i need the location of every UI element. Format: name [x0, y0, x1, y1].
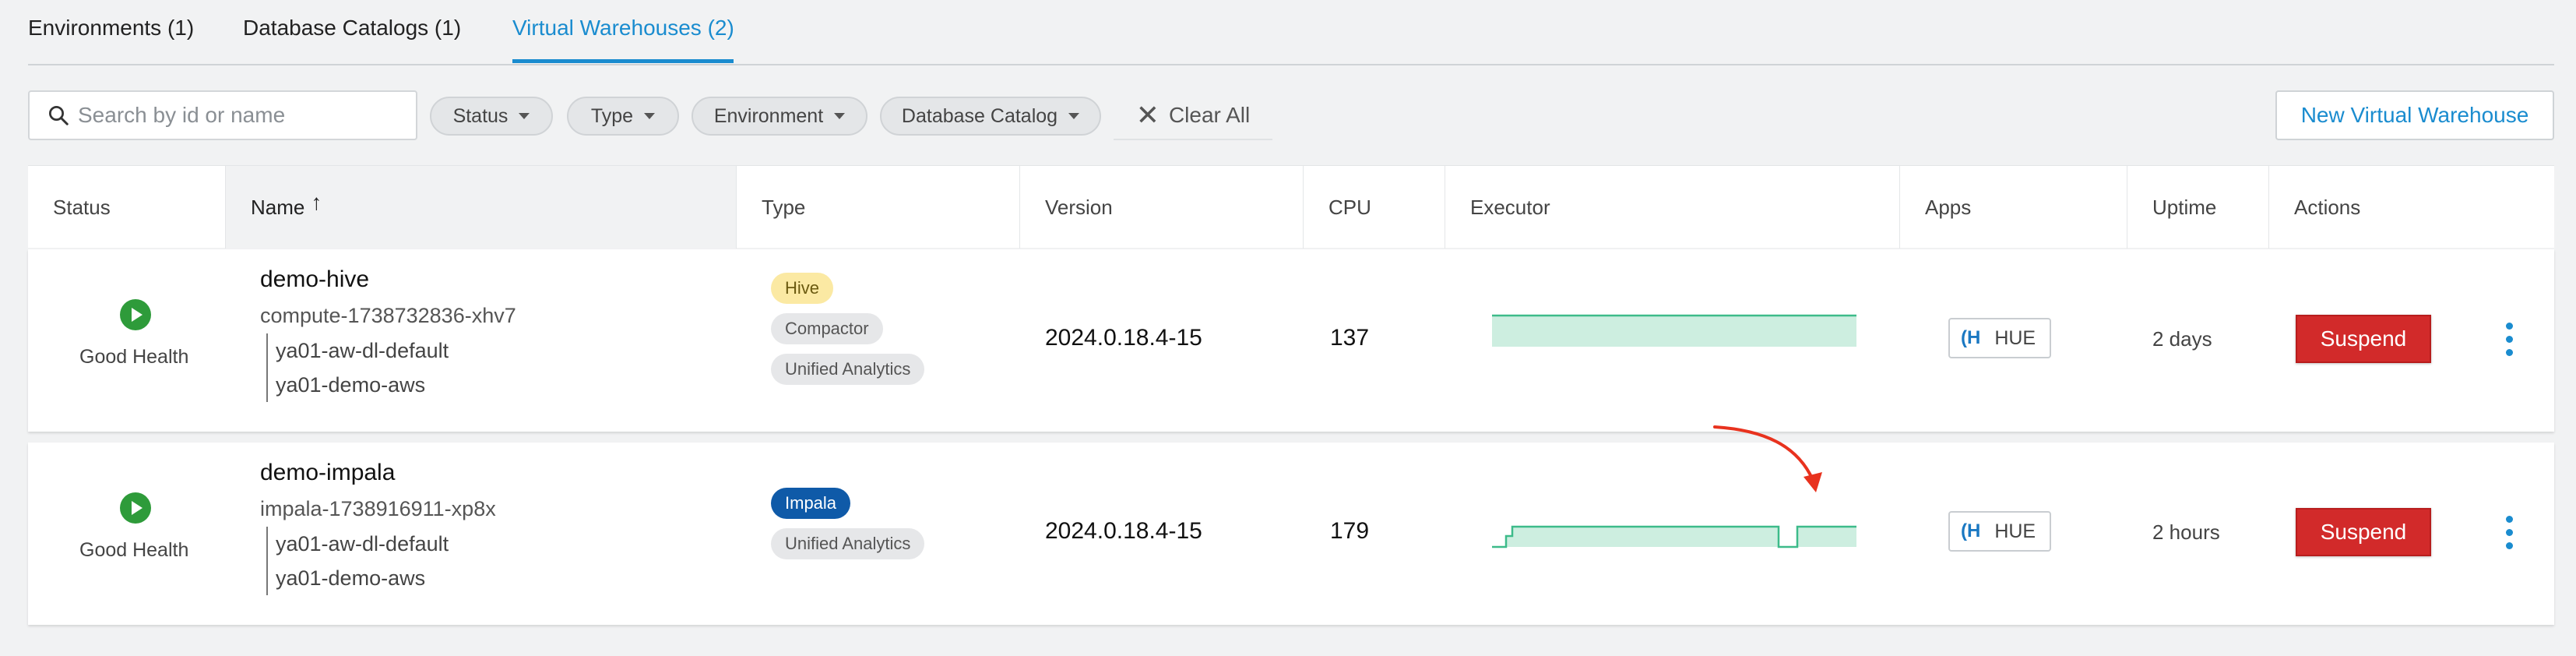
database-catalog-filter[interactable]: Database Catalog — [880, 97, 1101, 136]
hue-app-button[interactable]: (H HUE — [1948, 318, 2051, 358]
environment-filter-label: Environment — [713, 104, 824, 127]
column-header-label: Apps — [1925, 195, 1972, 219]
chevron-down-icon — [1068, 113, 1080, 119]
column-header-version[interactable]: Version — [1020, 166, 1304, 249]
column-header-label: Uptime — [2152, 195, 2217, 219]
sparkline-fill — [1492, 527, 1856, 547]
column-header-cpu[interactable]: CPU — [1304, 166, 1445, 249]
database-catalog-name: ya01-aw-dl-default — [276, 532, 449, 555]
warehouse-name[interactable]: demo-impala — [260, 460, 395, 486]
table-row[interactable]: Good Health demo-impala impala-173891691… — [28, 425, 2554, 625]
status-filter-label: Status — [452, 104, 509, 127]
type-badge-impala: Impala — [771, 488, 851, 519]
clear-all-label: Clear All — [1168, 103, 1251, 127]
column-header-actions[interactable]: Actions — [2269, 166, 2554, 249]
warehouse-name[interactable]: demo-hive — [260, 266, 369, 293]
type-badge-hive: Hive — [771, 273, 834, 304]
chevron-down-icon — [519, 113, 530, 119]
table-row[interactable]: Good Health demo-hive compute-1738732836… — [28, 249, 2554, 432]
chevron-down-icon — [644, 113, 656, 119]
type-badge-unified-analytics: Unified Analytics — [771, 354, 925, 385]
executor-sparkline — [1492, 525, 1856, 548]
search-icon — [49, 106, 69, 125]
database-catalog-filter-label: Database Catalog — [901, 104, 1058, 127]
suspend-button[interactable]: Suspend — [2296, 508, 2431, 556]
hue-icon: (H — [1961, 327, 1981, 348]
more-actions-icon[interactable] — [2501, 516, 2517, 550]
column-header-uptime[interactable]: Uptime — [2127, 166, 2269, 249]
database-catalog-name: ya01-aw-dl-default — [276, 339, 449, 362]
sort-ascending-icon: ↑ — [311, 190, 322, 214]
hue-icon: (H — [1961, 520, 1981, 541]
column-header-status[interactable]: Status — [28, 166, 226, 249]
search-box[interactable] — [28, 90, 417, 140]
new-virtual-warehouse-button[interactable]: New Virtual Warehouse — [2275, 90, 2554, 140]
column-header-label: Status — [53, 195, 111, 219]
column-header-label: Version — [1045, 195, 1113, 219]
table-header: Status Name ↑ Type Version CPU Executor A… — [28, 165, 2554, 249]
cpu-count: 179 — [1330, 518, 1370, 544]
suspend-button[interactable]: Suspend — [2296, 315, 2431, 363]
environment-filter[interactable]: Environment — [692, 97, 867, 136]
virtual-warehouse-table: Status Name ↑ Type Version CPU Executor A… — [28, 165, 2554, 626]
tab-virtual-warehouses[interactable]: Virtual Warehouses (2) — [512, 16, 734, 41]
health-status: Good Health — [79, 539, 189, 561]
column-header-label: Type — [762, 195, 806, 219]
hue-label: HUE — [1994, 326, 2036, 349]
search-input[interactable] — [78, 103, 405, 128]
sparkline-fill — [1492, 316, 1856, 347]
type-filter-label: Type — [590, 104, 634, 127]
version: 2024.0.18.4-15 — [1045, 325, 1202, 351]
column-header-label: Executor — [1470, 195, 1550, 219]
column-header-type[interactable]: Type — [737, 166, 1020, 249]
column-header-executor[interactable]: Executor — [1445, 166, 1900, 249]
chevron-down-icon — [834, 113, 846, 119]
environment-name: ya01-demo-aws — [276, 566, 426, 590]
hue-app-button[interactable]: (H HUE — [1948, 511, 2051, 552]
active-tab-indicator — [512, 59, 734, 63]
column-header-label: Name — [251, 195, 305, 219]
warehouse-id: compute-1738732836-xhv7 — [260, 304, 516, 327]
health-status: Good Health — [79, 346, 189, 368]
more-actions-icon[interactable] — [2501, 323, 2517, 357]
uptime: 2 hours — [2152, 520, 2220, 544]
warehouse-hierarchy: ya01-aw-dl-default ya01-demo-aws — [266, 527, 449, 595]
uptime: 2 days — [2152, 327, 2212, 351]
good-health-icon — [120, 299, 151, 330]
type-badge-unified-analytics: Unified Analytics — [771, 528, 925, 559]
tab-bar: Environments (1) Database Catalogs (1) V… — [28, 0, 2554, 65]
tab-environments[interactable]: Environments (1) — [28, 16, 194, 41]
cpu-count: 137 — [1330, 325, 1370, 351]
status-filter[interactable]: Status — [430, 97, 553, 136]
hue-label: HUE — [1994, 520, 2036, 542]
column-header-apps[interactable]: Apps — [1900, 166, 2127, 249]
environment-name: ya01-demo-aws — [276, 373, 426, 397]
column-header-name[interactable]: Name ↑ — [226, 166, 737, 249]
type-badge-compactor: Compactor — [771, 313, 883, 344]
warehouse-id: impala-1738916911-xp8x — [260, 497, 496, 520]
type-filter[interactable]: Type — [567, 97, 679, 136]
version: 2024.0.18.4-15 — [1045, 518, 1202, 544]
good-health-icon — [120, 492, 151, 524]
warehouse-hierarchy: ya01-aw-dl-default ya01-demo-aws — [266, 333, 449, 402]
tab-database-catalogs[interactable]: Database Catalogs (1) — [243, 16, 461, 41]
annotation-arrow — [1713, 425, 1822, 492]
executor-sparkline — [1492, 314, 1856, 347]
column-header-label: CPU — [1328, 195, 1371, 219]
clear-all-button[interactable]: ✕ Clear All — [1114, 92, 1272, 140]
column-header-label: Actions — [2294, 195, 2361, 219]
close-icon: ✕ — [1135, 99, 1160, 131]
